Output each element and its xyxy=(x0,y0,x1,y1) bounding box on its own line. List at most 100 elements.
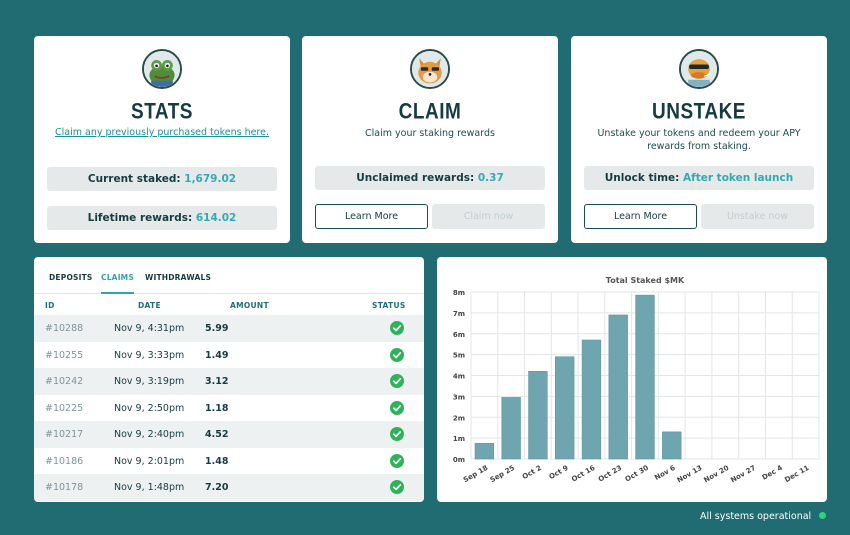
y-tick-label: 8m xyxy=(453,289,465,297)
row-date: Nov 9, 3:33pm xyxy=(114,349,185,361)
x-tick-label: Sep 18 xyxy=(462,464,489,484)
row-id: #10225 xyxy=(45,402,84,414)
row-date: Nov 9, 2:01pm xyxy=(114,455,185,467)
column-header-amount: AMOUNT xyxy=(230,301,269,310)
unstake-description: Unstake your tokens and redeem your APY … xyxy=(597,128,801,152)
current-staked-value: 1,679.02 xyxy=(184,173,237,185)
chart-bar xyxy=(501,397,521,460)
tab-deposits[interactable]: DEPOSITS xyxy=(49,273,93,282)
unstake-now-button[interactable]: Unstake now xyxy=(701,204,814,229)
table-header: ID DATE AMOUNT STATUS xyxy=(34,301,424,315)
claim-purchased-tokens-link[interactable]: Claim any previously purchased tokens he… xyxy=(34,127,290,138)
total-staked-chart: Total Staked $MK 0m 1m 2m 3m 4m 5m 6m 7m 8m Sep 18… xyxy=(453,276,820,485)
row-date: Nov 9, 1:48pm xyxy=(114,482,185,493)
transaction-tabs: DEPOSITS CLAIMS WITHDRAWALS xyxy=(34,273,424,294)
x-tick-label: Dec 11 xyxy=(783,464,810,484)
check-circle-icon xyxy=(390,427,404,441)
x-tick-label: Nov 20 xyxy=(703,464,731,485)
claim-title: CLAIM xyxy=(398,100,462,125)
x-tick-label: Nov 6 xyxy=(653,464,677,482)
current-staked-box: Current staked: 1,679.02 xyxy=(47,167,277,191)
tab-withdrawals[interactable]: WITHDRAWALS xyxy=(145,273,211,282)
y-tick-label: 7m xyxy=(453,310,465,318)
y-tick-label: 0m xyxy=(453,456,465,464)
unstake-title: UNSTAKE xyxy=(652,100,746,125)
y-tick-label: 1m xyxy=(453,435,465,443)
row-id: #10255 xyxy=(45,349,84,361)
unclaimed-rewards-label: Unclaimed rewards: xyxy=(356,172,475,184)
table-row[interactable]: #10242 Nov 9, 3:19pm 3.12 xyxy=(34,368,424,395)
row-amount: 3.12 xyxy=(205,376,229,387)
y-tick-label: 5m xyxy=(453,352,465,360)
x-tick-label: Oct 16 xyxy=(570,464,596,484)
unlock-time-box: Unlock time: After token launch xyxy=(584,166,814,190)
unlock-time-label: Unlock time: xyxy=(604,172,680,184)
row-id: #10217 xyxy=(45,429,84,440)
x-tick-label: Oct 2 xyxy=(521,464,543,481)
row-date: Nov 9, 4:31pm xyxy=(114,323,185,334)
x-tick-label: Oct 30 xyxy=(624,464,650,484)
chart-bar xyxy=(555,356,575,460)
row-id: #10242 xyxy=(45,376,84,387)
row-id: #10186 xyxy=(45,455,84,467)
column-header-date: DATE xyxy=(138,301,161,310)
table-row[interactable]: #10225 Nov 9, 2:50pm 1.18 xyxy=(34,395,424,422)
y-tick-label: 3m xyxy=(453,393,465,401)
check-circle-icon xyxy=(390,374,404,388)
check-circle-icon xyxy=(390,480,404,494)
check-circle-icon xyxy=(390,347,404,362)
x-tick-label: Dec 4 xyxy=(761,464,784,482)
unclaimed-rewards-box: Unclaimed rewards: 0.37 xyxy=(315,166,545,190)
unstake-learn-more-button[interactable]: Learn More xyxy=(584,204,697,229)
transactions-card: DEPOSITS CLAIMS WITHDRAWALS ID DATE AMOU… xyxy=(34,257,424,502)
unstake-card: UNSTAKE Unstake your tokens and redeem y… xyxy=(571,36,827,243)
lifetime-rewards-box: Lifetime rewards: 614.02 xyxy=(47,206,277,230)
x-tick-label: Nov 27 xyxy=(729,464,757,485)
column-header-status: STATUS xyxy=(372,301,406,310)
y-tick-label: 2m xyxy=(453,414,465,422)
unlock-time-value: After token launch xyxy=(683,172,794,184)
chart-bar xyxy=(474,443,495,460)
table-row[interactable]: #10288 Nov 9, 4:31pm 5.99 xyxy=(34,315,424,342)
tab-claims[interactable]: CLAIMS xyxy=(101,273,134,294)
table-row[interactable]: #10217 Nov 9, 2:40pm 4.52 xyxy=(34,421,424,448)
column-header-id: ID xyxy=(45,301,55,310)
table-row[interactable]: #10186 Nov 9, 2:01pm 1.48 xyxy=(34,448,424,475)
chart-bar xyxy=(635,294,655,460)
stats-card: STATS Claim any previously purchased tok… xyxy=(34,36,290,243)
lifetime-rewards-label: Lifetime rewards: xyxy=(87,212,193,224)
chart-title: Total Staked $MK xyxy=(606,276,685,285)
claim-learn-more-button[interactable]: Learn More xyxy=(315,204,428,229)
chart-bar xyxy=(581,339,602,460)
x-tick-label: Sep 25 xyxy=(489,464,516,484)
status-dot-icon xyxy=(819,512,826,519)
row-amount: 4.52 xyxy=(205,429,229,440)
x-tick-label: Oct 9 xyxy=(548,464,570,481)
chart-bar xyxy=(662,431,682,460)
frog-avatar-icon xyxy=(142,49,182,89)
row-amount: 1.48 xyxy=(205,455,229,467)
claim-description: Claim your staking rewards xyxy=(365,128,495,139)
row-amount: 7.20 xyxy=(205,482,229,493)
row-amount: 1.18 xyxy=(205,402,229,414)
table-row[interactable]: #10178 Nov 9, 1:48pm 7.20 xyxy=(34,474,424,501)
stats-title: STATS xyxy=(131,100,193,125)
row-date: Nov 9, 2:50pm xyxy=(114,402,185,414)
claim-now-button[interactable]: Claim now xyxy=(432,204,545,229)
y-tick-label: 6m xyxy=(453,331,465,339)
x-tick-label: Oct 23 xyxy=(597,464,623,484)
chart-bar xyxy=(528,371,548,460)
unclaimed-rewards-value: 0.37 xyxy=(477,172,504,184)
row-date: Nov 9, 2:40pm xyxy=(114,429,185,440)
row-id: #10178 xyxy=(45,482,84,493)
table-row[interactable]: #10255 Nov 9, 3:33pm 1.49 xyxy=(34,342,424,369)
current-staked-label: Current staked: xyxy=(87,173,181,185)
y-tick-label: 4m xyxy=(453,373,465,381)
system-status-text: All systems operational xyxy=(700,511,812,522)
shiba-dog-avatar-icon xyxy=(410,49,450,89)
row-id: #10288 xyxy=(45,323,84,334)
chart-bar xyxy=(608,314,628,460)
row-amount: 5.99 xyxy=(205,323,229,334)
check-circle-icon xyxy=(390,321,404,335)
row-amount: 1.49 xyxy=(205,349,229,361)
